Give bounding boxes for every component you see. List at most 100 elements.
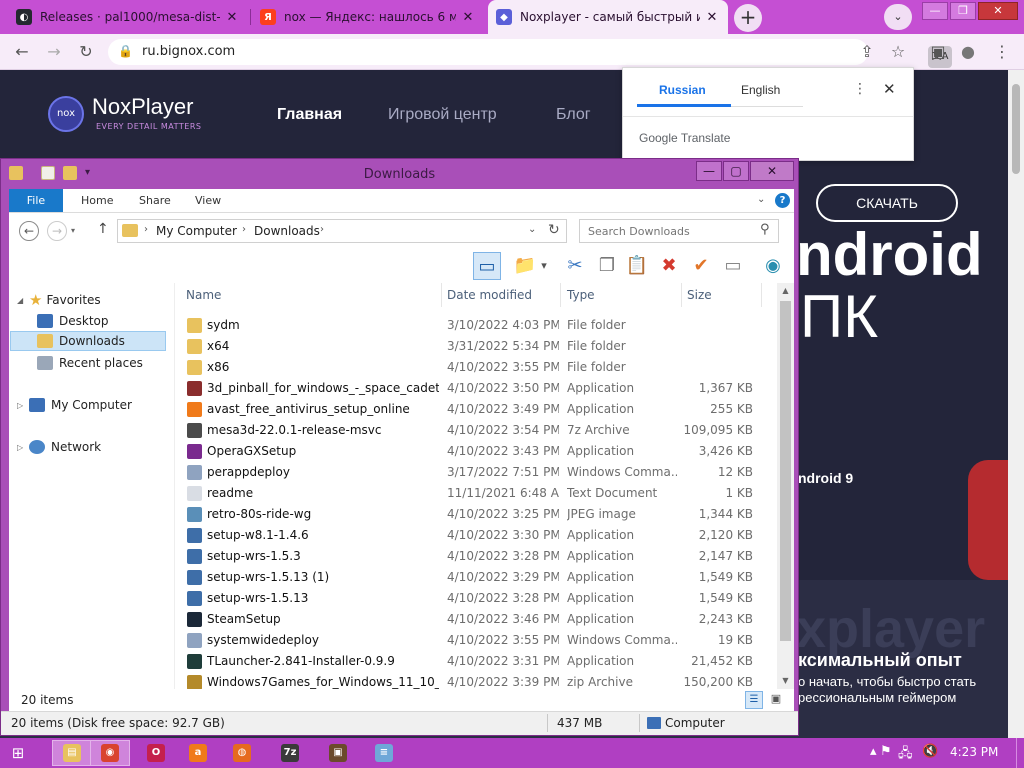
table-row[interactable]: readme 11/11/2021 6:48 AM Text Document 1 K… [179, 483, 777, 504]
expand-ribbon-icon[interactable]: ⌄ [757, 194, 765, 205]
delete-icon[interactable]: ✖ [655, 252, 683, 280]
scroll-up-icon[interactable]: ▲ [777, 283, 794, 299]
browser-menu-icon[interactable]: ⋮ [990, 40, 1014, 64]
share-icon[interactable]: ⇪ [855, 40, 879, 64]
file-name[interactable]: SteamSetup [207, 612, 439, 626]
file-name[interactable]: OperaGXSetup [207, 444, 439, 458]
nav-blog-link[interactable]: Блог [556, 106, 591, 124]
address-dropdown-icon[interactable]: ⌄ [528, 224, 536, 235]
nav-my-computer[interactable]: ▷ My Computer [17, 395, 132, 415]
url-text[interactable]: ru.bignox.com [142, 44, 235, 59]
nox-logo-icon[interactable]: nox [48, 96, 84, 132]
file-list-scrollbar[interactable]: ▲ ▼ [777, 283, 794, 689]
breadcrumb-downloads[interactable]: Downloads [254, 224, 320, 238]
profile-avatar-icon[interactable]: ● [956, 40, 980, 64]
column-divider[interactable] [681, 283, 682, 307]
table-row[interactable]: OperaGXSetup 4/10/2022 3:43 PM Application… [179, 441, 777, 462]
browser-tab-yandex[interactable]: Я nox — Яндекс: нашлось 6 млн р ✕ [252, 0, 484, 34]
help-icon[interactable]: ? [775, 193, 790, 208]
search-field[interactable]: ⚲ [579, 219, 779, 243]
browser-tab-noxplayer[interactable]: ◆ Noxplayer - самый быстрый и п ✕ [488, 0, 728, 34]
nav-desktop[interactable]: Desktop [37, 311, 109, 331]
tab-home[interactable]: Home [69, 189, 125, 212]
new-tab-button[interactable]: + [734, 4, 762, 32]
forward-icon[interactable]: → [42, 40, 66, 64]
column-divider[interactable] [441, 283, 442, 307]
table-row[interactable]: x86 4/10/2022 3:55 PM File folder [179, 357, 777, 378]
large-icons-view-icon[interactable]: ▣ [767, 691, 785, 709]
page-scrollbar[interactable] [1008, 70, 1024, 738]
back-icon[interactable]: ← [19, 221, 39, 241]
table-row[interactable]: setup-wrs-1.5.13 (1) 4/10/2022 3:29 PM App… [179, 567, 777, 588]
table-row[interactable]: setup-wrs-1.5.13 4/10/2022 3:28 PM Applica… [179, 588, 777, 609]
shell-icon[interactable]: ◉ [759, 252, 787, 280]
side-panel-icon[interactable]: ▣ [926, 40, 950, 64]
nav-recent-places[interactable]: Recent places [37, 353, 143, 373]
nav-game-center-link[interactable]: Игровой центр [388, 106, 497, 124]
table-row[interactable]: SteamSetup 4/10/2022 3:46 PM Application 2,… [179, 609, 777, 630]
file-name[interactable]: avast_free_antivirus_setup_online [207, 402, 439, 416]
firefox-task-button[interactable]: ◍ [222, 740, 262, 766]
search-input[interactable] [580, 220, 758, 242]
column-header-name[interactable]: Name [186, 288, 221, 302]
notepad-task-button[interactable]: ≡ [364, 740, 404, 766]
browser-tab-github[interactable]: ◐ Releases · pal1000/mesa-dist-wi ✕ [8, 0, 248, 34]
explorer-close-button[interactable]: ✕ [750, 161, 794, 181]
browser-close-button[interactable]: ✕ [978, 2, 1018, 20]
column-header-date[interactable]: Date modified [447, 288, 532, 302]
opera-gx-task-button[interactable]: O [136, 740, 176, 766]
collapse-icon[interactable]: ◢ [17, 296, 27, 305]
file-name[interactable]: setup-wrs-1.5.13 (1) [207, 570, 439, 584]
file-name[interactable]: x64 [207, 339, 439, 353]
file-explorer-task-button[interactable]: ▤ [52, 740, 92, 766]
file-name[interactable]: systemwidedeploy [207, 633, 439, 647]
tab-search-button[interactable]: ⌄ [884, 4, 912, 30]
minecraft-task-button[interactable]: ▣ [318, 740, 358, 766]
address-bar[interactable]: › My Computer › Downloads › ⌄ ↻ [117, 219, 567, 243]
close-icon[interactable]: ✕ [224, 10, 240, 25]
column-header-size[interactable]: Size [687, 288, 712, 302]
table-row[interactable]: setup-w8.1-1.4.6 4/10/2022 3:30 PM Applica… [179, 525, 777, 546]
site-name[interactable]: NoxPlayer [92, 94, 193, 120]
show-desktop-button[interactable] [1016, 738, 1024, 768]
browser-maximize-button[interactable]: ❐ [950, 2, 976, 20]
file-name[interactable]: sydm [207, 318, 439, 332]
search-icon[interactable]: ⚲ [760, 222, 770, 237]
explorer-maximize-button[interactable]: ▢ [723, 161, 749, 181]
table-row[interactable]: sydm 3/10/2022 4:03 PM File folder [179, 315, 777, 336]
file-name[interactable]: Windows7Games_for_Windows_11_10_8 (... [207, 675, 439, 689]
new-folder-icon[interactable]: 📁 [511, 252, 539, 280]
breadcrumb-separator[interactable]: › [242, 224, 246, 235]
copy-icon[interactable]: ❐ [593, 252, 621, 280]
download-button[interactable]: СКАЧАТЬ [816, 184, 958, 222]
nav-network[interactable]: ▷ Network [17, 437, 101, 457]
dropdown-icon[interactable]: ▾ [537, 252, 551, 280]
table-row[interactable]: systemwidedeploy 4/10/2022 3:55 PM Windows… [179, 630, 777, 651]
scrollbar-thumb[interactable] [780, 301, 791, 641]
file-name[interactable]: mesa3d-22.0.1-release-msvc [207, 423, 439, 437]
close-icon[interactable]: ✕ [883, 80, 896, 98]
file-name[interactable]: perappdeploy [207, 465, 439, 479]
tab-view[interactable]: View [183, 189, 233, 212]
expand-icon[interactable]: ▷ [17, 443, 27, 452]
table-row[interactable]: 3d_pinball_for_windows_-_space_cadet 4/10… [179, 378, 777, 399]
forward-icon[interactable]: → [47, 221, 67, 241]
table-row[interactable]: avast_free_antivirus_setup_online 4/10/20… [179, 399, 777, 420]
file-name[interactable]: setup-wrs-1.5.13 [207, 591, 439, 605]
column-header-type[interactable]: Type [567, 288, 595, 302]
recent-locations-icon[interactable]: ▾ [71, 226, 75, 235]
paste-icon[interactable]: 📋 [623, 252, 651, 280]
up-icon[interactable]: ↑ [97, 221, 109, 237]
table-row[interactable]: TLauncher-2.841-Installer-0.9.9 4/10/2022… [179, 651, 777, 672]
7zip-task-button[interactable]: 7z [270, 740, 310, 766]
column-divider[interactable] [761, 283, 762, 307]
file-name[interactable]: retro-80s-ride-wg [207, 507, 439, 521]
explorer-minimize-button[interactable]: — [696, 161, 722, 181]
chrome-task-button[interactable]: ◉ [90, 740, 130, 766]
system-clock[interactable]: 4:23 PM [950, 745, 998, 759]
details-view-icon[interactable]: ☰ [745, 691, 763, 709]
properties-check-icon[interactable]: ✔ [687, 252, 715, 280]
file-name[interactable]: setup-wrs-1.5.3 [207, 549, 439, 563]
table-row[interactable]: perappdeploy 3/17/2022 7:51 PM Windows Com… [179, 462, 777, 483]
lock-icon[interactable]: 🔒 [118, 44, 133, 58]
